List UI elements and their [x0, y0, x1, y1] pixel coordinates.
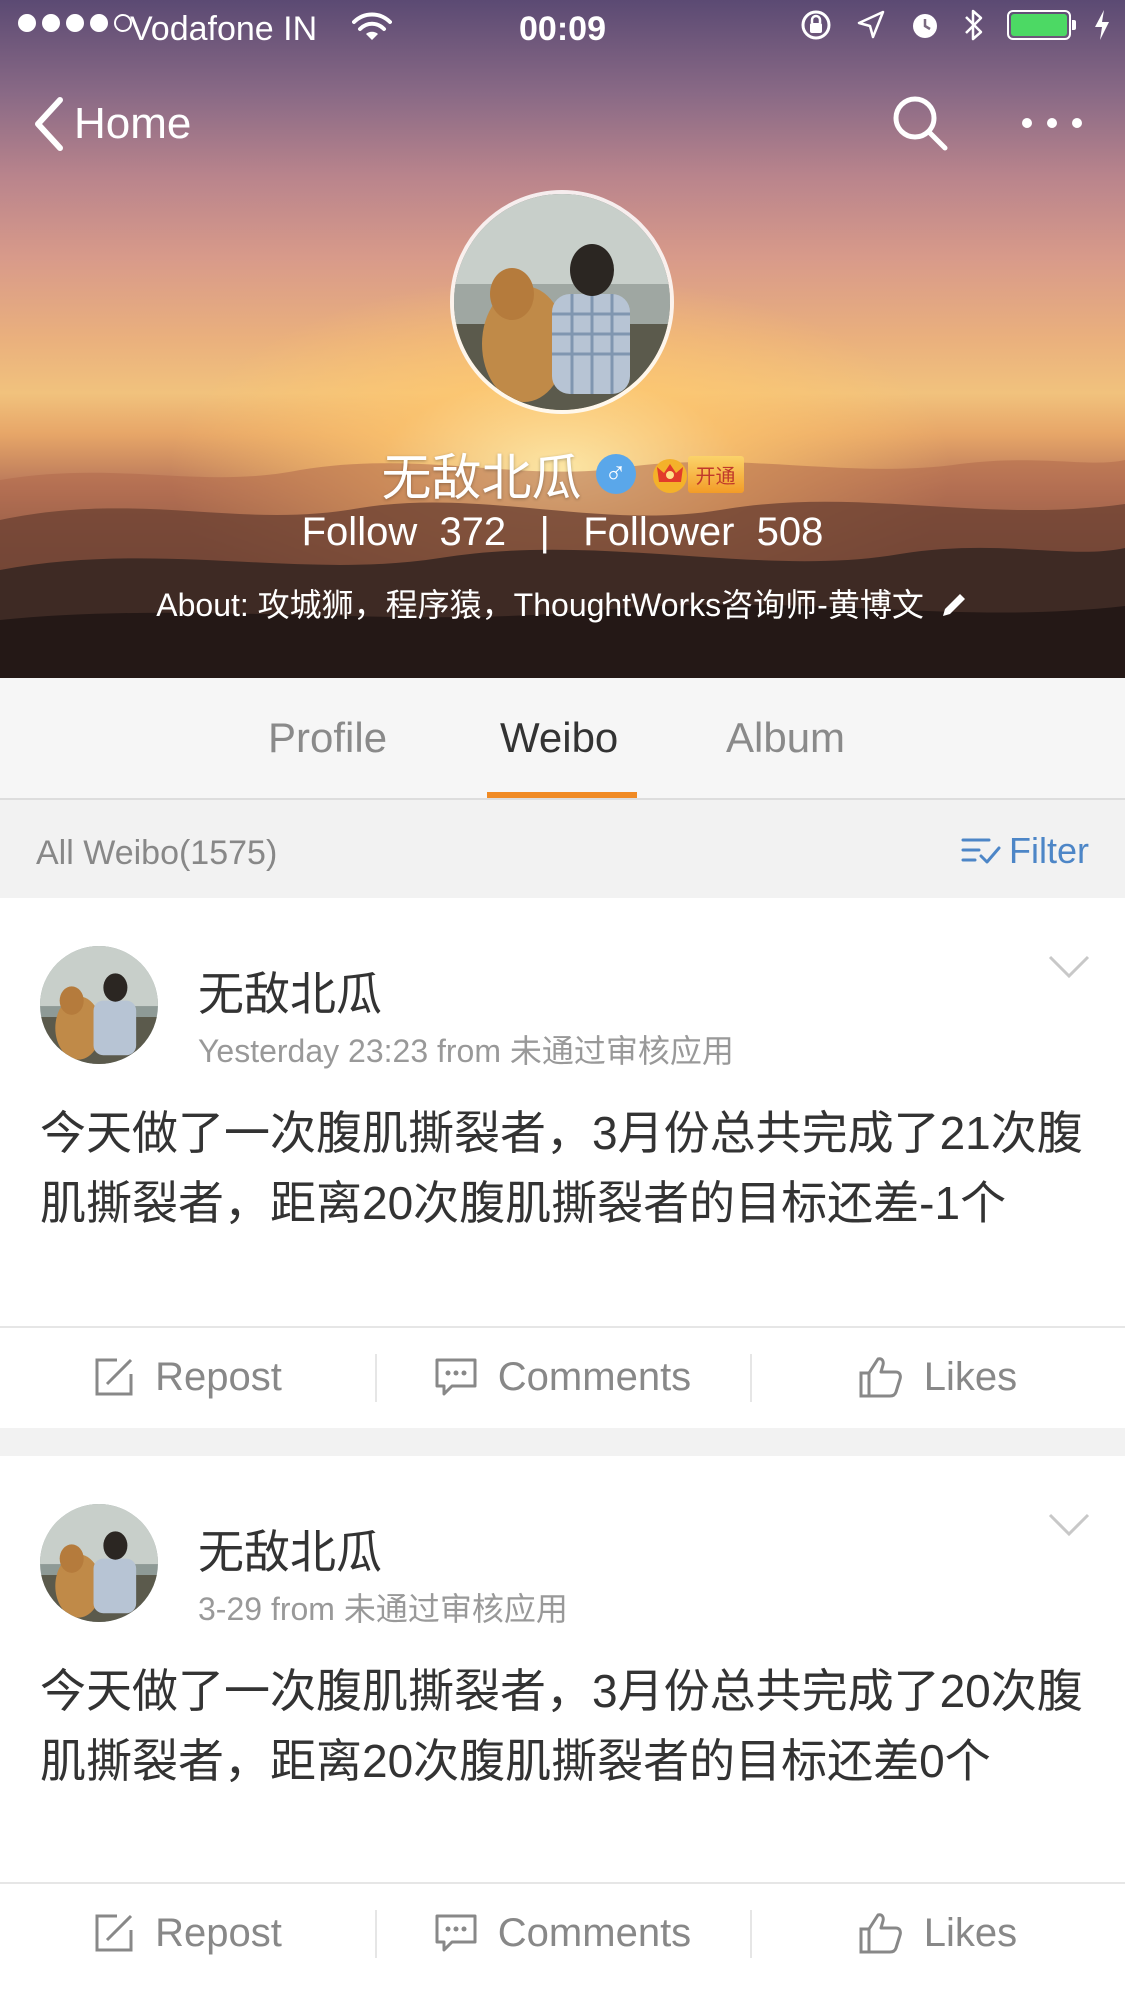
nav-bar: Home [0, 90, 1125, 170]
thumbs-up-icon [859, 1357, 902, 1398]
alarm-icon [913, 14, 937, 38]
search-icon[interactable] [891, 94, 949, 152]
chevron-down-icon[interactable] [1047, 954, 1091, 980]
orientation-lock-icon [801, 10, 831, 40]
tab-weibo[interactable]: Weibo [500, 714, 618, 762]
post-author-avatar[interactable] [40, 946, 158, 1064]
filter-button[interactable]: Filter [961, 830, 1089, 872]
post-author-name[interactable]: 无敌北瓜 [198, 958, 382, 1024]
tab-profile[interactable]: Profile [268, 714, 387, 762]
repost-icon [95, 1358, 133, 1396]
bluetooth-icon [965, 9, 983, 41]
post-actions: Repost Comments Likes [0, 1882, 1125, 1982]
more-dots-icon[interactable] [1019, 113, 1085, 133]
charging-icon [1095, 10, 1109, 40]
weibo-list-header: All Weibo(1575) Filter [0, 800, 1125, 900]
follow-stats[interactable]: Follow 372 | Follower 508 [0, 510, 1125, 555]
avatar-image [40, 946, 158, 1064]
post-actions: Repost Comments Likes [0, 1326, 1125, 1426]
about-text: About: 攻城狮，程序猿，ThoughtWorks咨询师-黄博文 [156, 587, 924, 623]
about-line[interactable]: About: 攻城狮，程序猿，ThoughtWorks咨询师-黄博文 [0, 580, 1125, 626]
comments-button[interactable]: Comments [375, 1884, 750, 1982]
comment-icon [435, 1914, 477, 1952]
crown-icon [652, 459, 687, 493]
likes-button[interactable]: Likes [750, 1884, 1125, 1982]
post-author-avatar[interactable] [40, 1504, 158, 1622]
repost-icon [95, 1914, 133, 1952]
post-body: 今天做了一次腹肌撕裂者，3月份总共完成了20次腹肌撕裂者，距离20次腹肌撕裂者的… [40, 1665, 1083, 1787]
back-label: Home [74, 99, 192, 148]
thumbs-up-icon [859, 1913, 902, 1954]
likes-label: Likes [923, 1354, 1018, 1399]
location-icon [857, 10, 885, 39]
filter-label: Filter [1009, 830, 1089, 871]
filter-icon [961, 838, 1001, 864]
profile-tabs: Profile Weibo Album [0, 678, 1125, 800]
avatar-image [454, 194, 670, 410]
chevron-left-icon [35, 97, 63, 151]
repost-button[interactable]: Repost [0, 1884, 375, 1982]
avatar-image [40, 1504, 158, 1622]
tab-album[interactable]: Album [726, 714, 845, 762]
comments-button[interactable]: Comments [375, 1328, 750, 1426]
active-tab-indicator [487, 792, 637, 798]
profile-cover: Vodafone IN 00:09 Home 无敌北瓜 ♂ 开通 Follow … [0, 0, 1125, 678]
male-icon: ♂ [595, 454, 636, 494]
comments-label: Comments [497, 1354, 692, 1399]
vip-open-label: 开通 [687, 455, 744, 493]
profile-avatar[interactable] [450, 190, 674, 414]
battery-icon [1007, 10, 1076, 40]
vip-badge[interactable]: 开通 [650, 454, 744, 494]
weibo-count: All Weibo(1575) [36, 834, 278, 872]
comments-label: Comments [497, 1910, 692, 1955]
repost-label: Repost [155, 1354, 282, 1399]
post-body: 今天做了一次腹肌撕裂者，3月份总共完成了21次腹肌撕裂者，距离20次腹肌撕裂者的… [40, 1107, 1083, 1229]
pencil-icon[interactable] [939, 590, 969, 620]
likes-label: Likes [923, 1910, 1018, 1955]
post-author-name[interactable]: 无敌北瓜 [198, 1516, 382, 1582]
comment-icon [435, 1358, 477, 1396]
repost-label: Repost [155, 1910, 282, 1955]
likes-button[interactable]: Likes [750, 1328, 1125, 1426]
status-bar: Vodafone IN 00:09 [0, 0, 1125, 60]
profile-name: 无敌北瓜 [381, 450, 582, 506]
post-meta: 3-29 from 未通过审核应用 [198, 1591, 568, 1627]
weibo-post[interactable]: 无敌北瓜 3-29 from 未通过审核应用 今天做了一次腹肌撕裂者，3月份总共… [0, 1456, 1125, 2001]
post-meta: Yesterday 23:23 from 未通过审核应用 [198, 1033, 734, 1069]
chevron-down-icon[interactable] [1047, 1512, 1091, 1538]
back-button[interactable]: Home [32, 96, 191, 152]
weibo-post[interactable]: 无敌北瓜 Yesterday 23:23 from 未通过审核应用 今天做了一次… [0, 898, 1125, 1428]
repost-button[interactable]: Repost [0, 1328, 375, 1426]
